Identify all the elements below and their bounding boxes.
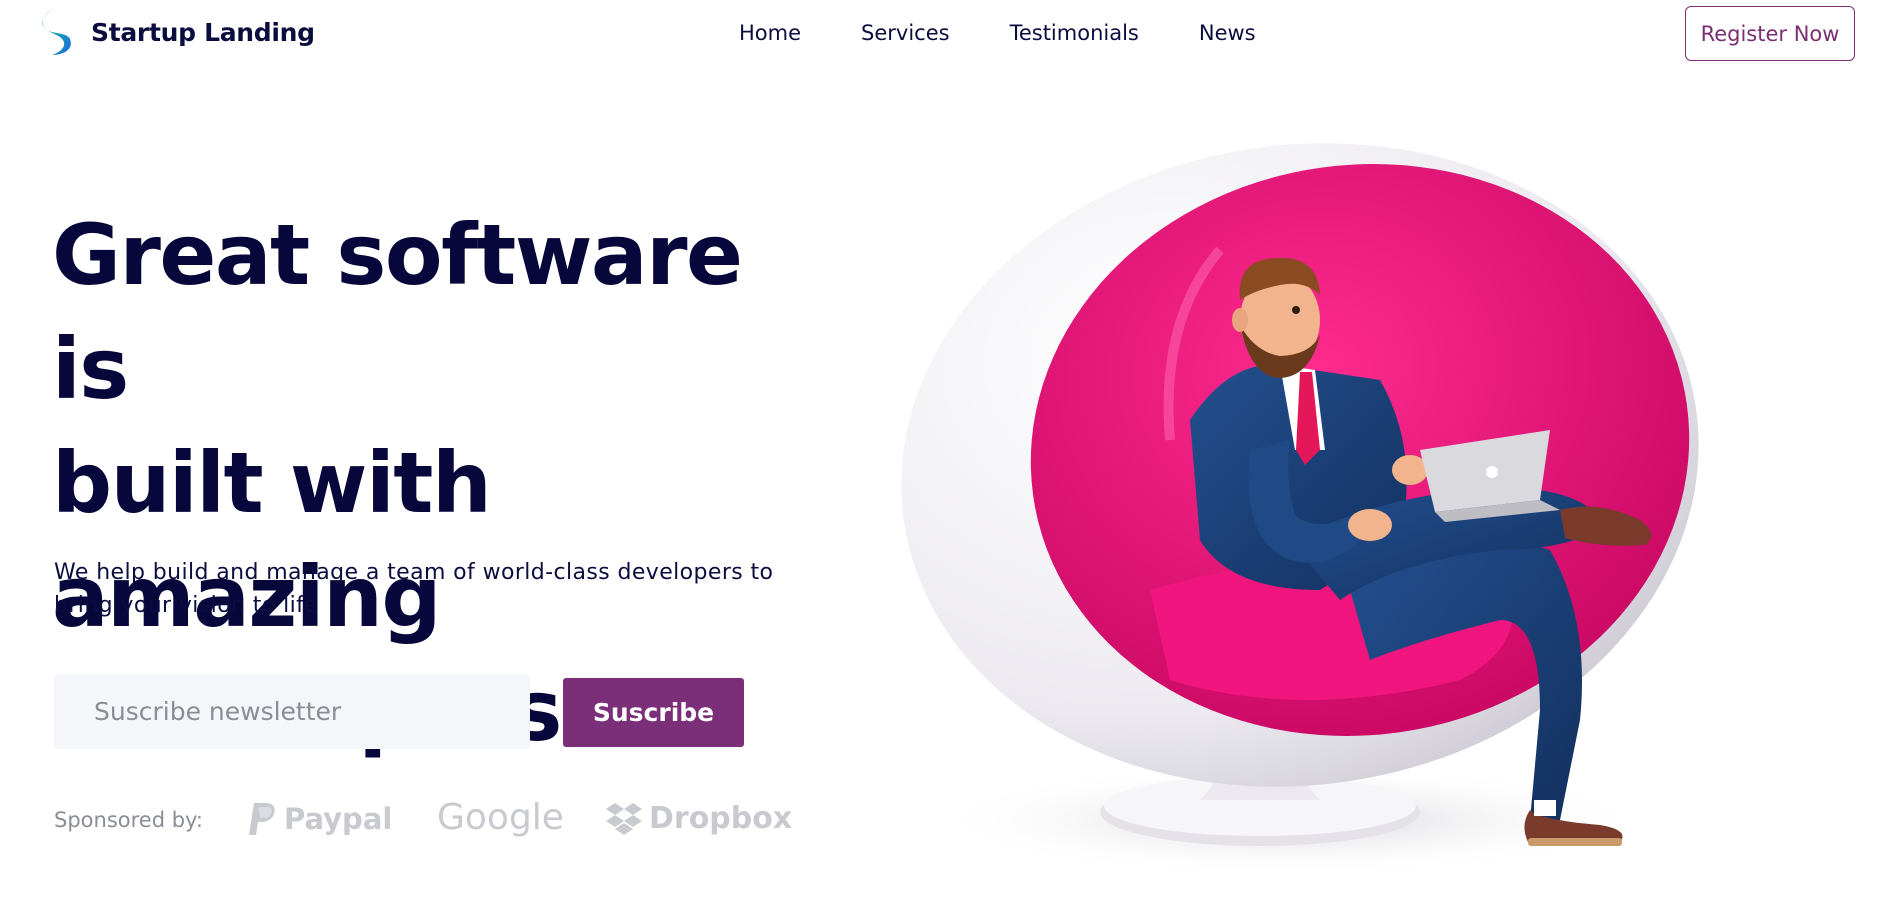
man-with-laptop-in-egg-chair-image <box>901 143 1699 875</box>
sponsor-dropbox-name: Dropbox <box>649 801 793 836</box>
nav-services[interactable]: Services <box>861 21 950 45</box>
newsletter-email-input[interactable] <box>54 674 530 749</box>
sponsor-paypal: Paypal <box>248 801 392 837</box>
nav-home[interactable]: Home <box>739 21 801 45</box>
main-nav: Home Services Testimonials News <box>739 21 1256 45</box>
nav-testimonials[interactable]: Testimonials <box>1010 21 1139 45</box>
nav-news[interactable]: News <box>1199 21 1256 45</box>
brand-logo[interactable]: Startup Landing <box>38 7 315 57</box>
hero-illustration <box>900 120 1760 894</box>
hero-title-line-1: Great software is <box>52 206 743 418</box>
sponsor-dropbox: Dropbox <box>605 801 792 836</box>
dropbox-icon <box>606 802 642 835</box>
sponsor-google-name: Google <box>437 797 564 838</box>
s-swirl-logo-icon <box>42 9 71 55</box>
register-now-button[interactable]: Register Now <box>1685 6 1855 61</box>
paypal-icon <box>249 803 275 835</box>
sponsored-by-label: Sponsored by: <box>54 808 204 832</box>
sponsor-google: Google <box>437 797 564 838</box>
subscribe-button[interactable]: Suscribe <box>563 678 744 747</box>
sponsor-paypal-name: Paypal <box>284 802 393 836</box>
brand-name: Startup Landing <box>91 17 315 47</box>
hero-subtitle: We help build and manage a team of world… <box>54 560 774 618</box>
